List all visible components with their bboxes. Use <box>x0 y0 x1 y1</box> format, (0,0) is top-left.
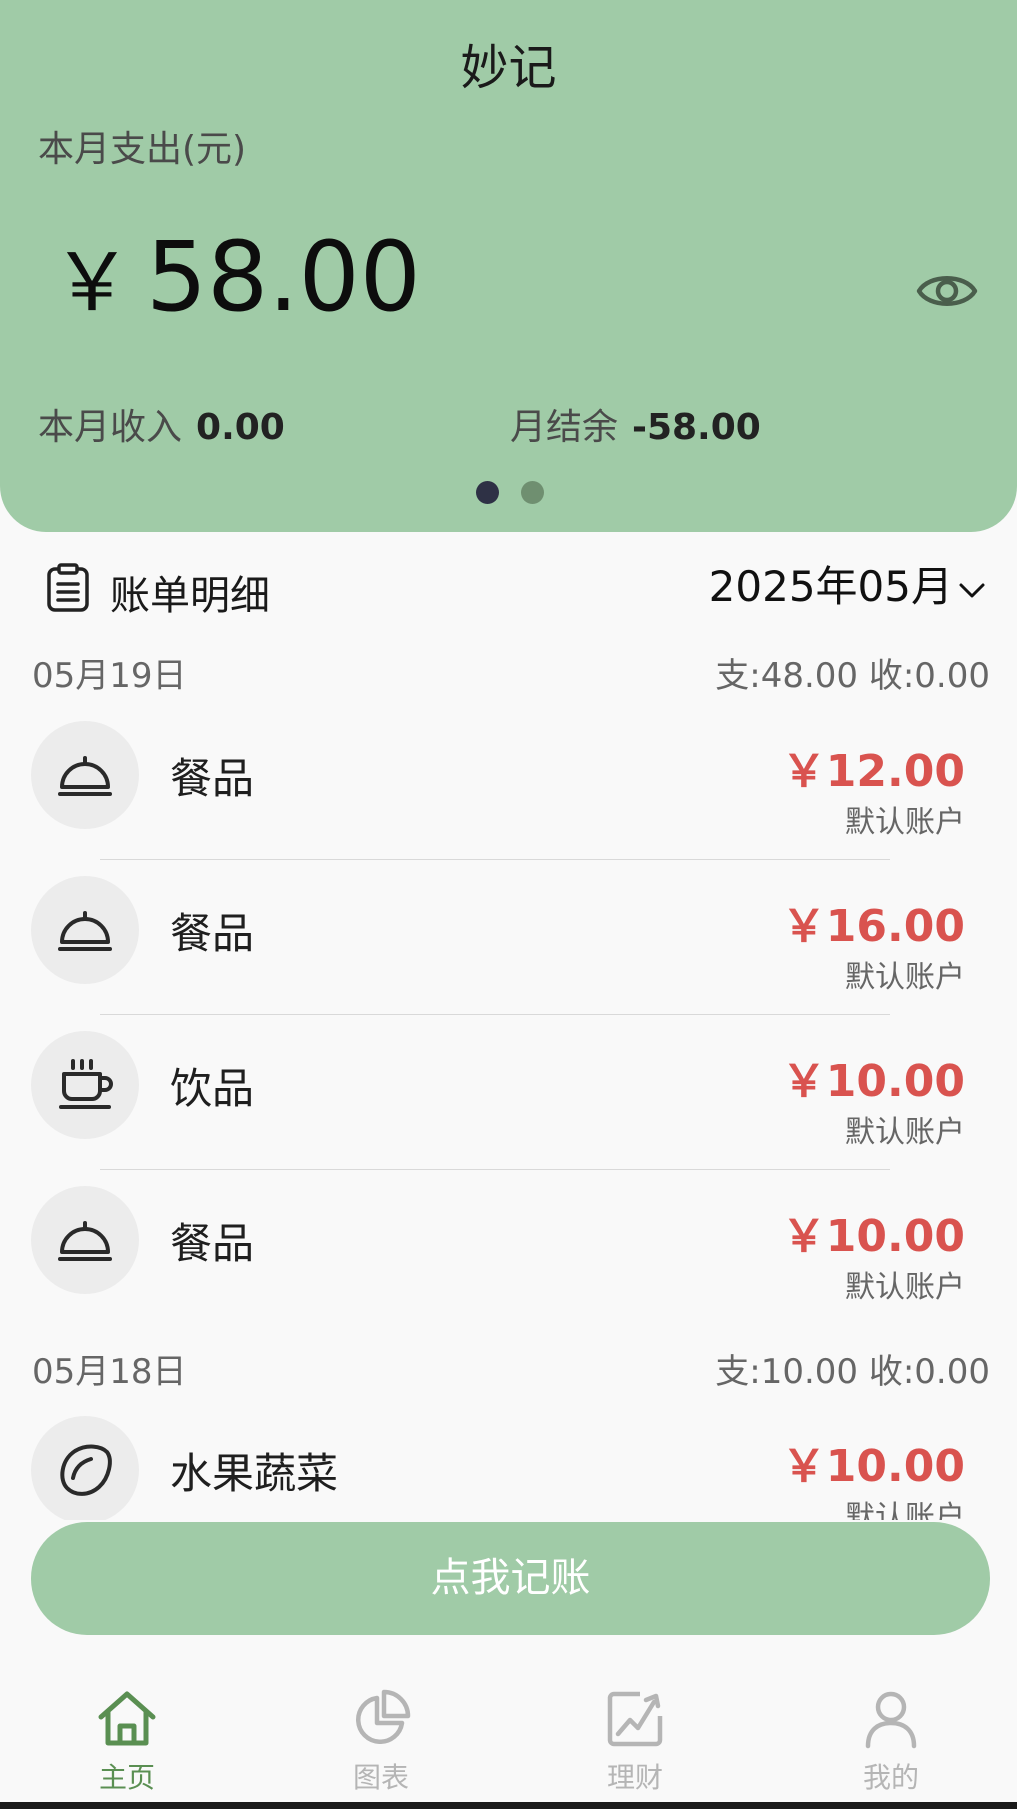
dome-icon <box>58 1221 112 1261</box>
income-row: 本月收入 0.00 <box>38 398 285 450</box>
expense-label: 本月支出(元) <box>38 129 247 170</box>
home-indicator <box>0 1802 1017 1809</box>
income-value: 0.00 <box>196 407 285 448</box>
item-amount: ￥10.00 <box>781 1211 965 1262</box>
trend-chart-icon <box>607 1691 663 1747</box>
balance-label: 月结余 <box>510 407 619 448</box>
balance-row: 月结余 -58.00 <box>510 398 761 450</box>
carousel-dot-active[interactable] <box>476 481 499 504</box>
pie-chart-icon <box>355 1689 411 1745</box>
coffee-cup-icon <box>59 1059 113 1109</box>
item-account: 默认账户 <box>845 805 965 840</box>
day-date: 05月18日 <box>32 1352 187 1392</box>
bill-item[interactable]: 餐品 ￥10.00 默认账户 <box>0 1170 1017 1325</box>
tab-home[interactable]: 主页 <box>47 1688 207 1796</box>
item-account: 默认账户 <box>845 1115 965 1150</box>
lemon-icon <box>60 1444 112 1496</box>
category-icon-bg <box>31 1031 139 1139</box>
tab-label: 图表 <box>352 1761 409 1794</box>
carousel-indicator <box>0 481 1017 505</box>
summary-header: 妙记 本月支出(元) ￥ 58.00 本月收入 0.00 月结余 -58.00 <box>0 0 1017 532</box>
category-icon-bg <box>31 1186 139 1294</box>
day-summary: 支:48.00 收:0.00 <box>715 656 990 696</box>
item-amount: ￥10.00 <box>781 1441 965 1492</box>
bills-title: 账单明细 <box>110 573 270 619</box>
bill-item[interactable]: 餐品 ￥16.00 默认账户 <box>0 860 1017 1015</box>
clipboard-icon <box>46 563 90 613</box>
tab-bar: 主页 图表 理财 我的 <box>0 1660 1017 1809</box>
income-label: 本月收入 <box>38 407 183 448</box>
tab-chart[interactable]: 图表 <box>301 1688 461 1796</box>
home-icon <box>98 1691 156 1746</box>
bill-item[interactable]: 饮品 ￥10.00 默认账户 <box>0 1015 1017 1170</box>
day-summary: 支:10.00 收:0.00 <box>715 1352 990 1392</box>
day-header: 05月18日 支:10.00 收:0.00 <box>32 1344 990 1396</box>
item-amount: ￥16.00 <box>781 901 965 952</box>
item-name: 餐品 <box>170 754 255 803</box>
balance-value: -58.00 <box>632 407 761 448</box>
currency-symbol: ￥ <box>52 236 132 329</box>
eye-icon[interactable] <box>916 268 978 314</box>
item-name: 餐品 <box>170 1219 255 1268</box>
item-amount: ￥12.00 <box>781 746 965 797</box>
category-icon-bg <box>31 721 139 829</box>
item-account: 默认账户 <box>845 1270 965 1305</box>
category-icon-bg <box>31 876 139 984</box>
bill-item[interactable]: 水果蔬菜 ￥10.00 默认账户 <box>0 1400 1017 1520</box>
category-icon-bg <box>31 1416 139 1520</box>
item-name: 饮品 <box>170 1064 255 1113</box>
item-name: 餐品 <box>170 909 255 958</box>
record-button[interactable]: 点我记账 <box>31 1522 990 1635</box>
app-title: 妙记 <box>460 40 557 96</box>
item-account: 默认账户 <box>845 960 965 995</box>
tab-profile[interactable]: 我的 <box>811 1688 971 1796</box>
bill-item[interactable]: 餐品 ￥12.00 默认账户 <box>0 705 1017 860</box>
month-value: 2025年05月 <box>708 562 953 611</box>
tab-label: 我的 <box>862 1761 919 1794</box>
expense-value: 58.00 <box>146 221 421 333</box>
item-account: 默认账户 <box>845 1500 965 1520</box>
expense-amount: ￥ 58.00 <box>52 218 421 334</box>
month-picker[interactable]: 2025年05月 <box>709 553 987 614</box>
tab-label: 理财 <box>606 1761 663 1794</box>
item-name: 水果蔬菜 <box>170 1449 339 1498</box>
dome-icon <box>58 911 112 951</box>
dome-icon <box>58 756 112 796</box>
chevron-down-icon <box>959 583 985 597</box>
day-date: 05月19日 <box>32 656 187 696</box>
bills-header: 账单明细 2025年05月 <box>0 553 1017 623</box>
user-icon <box>865 1691 917 1749</box>
tab-label: 主页 <box>98 1761 155 1794</box>
tab-finance[interactable]: 理财 <box>555 1688 715 1796</box>
carousel-dot[interactable] <box>521 481 544 504</box>
item-amount: ￥10.00 <box>781 1056 965 1107</box>
day-header: 05月19日 支:48.00 收:0.00 <box>32 648 990 700</box>
